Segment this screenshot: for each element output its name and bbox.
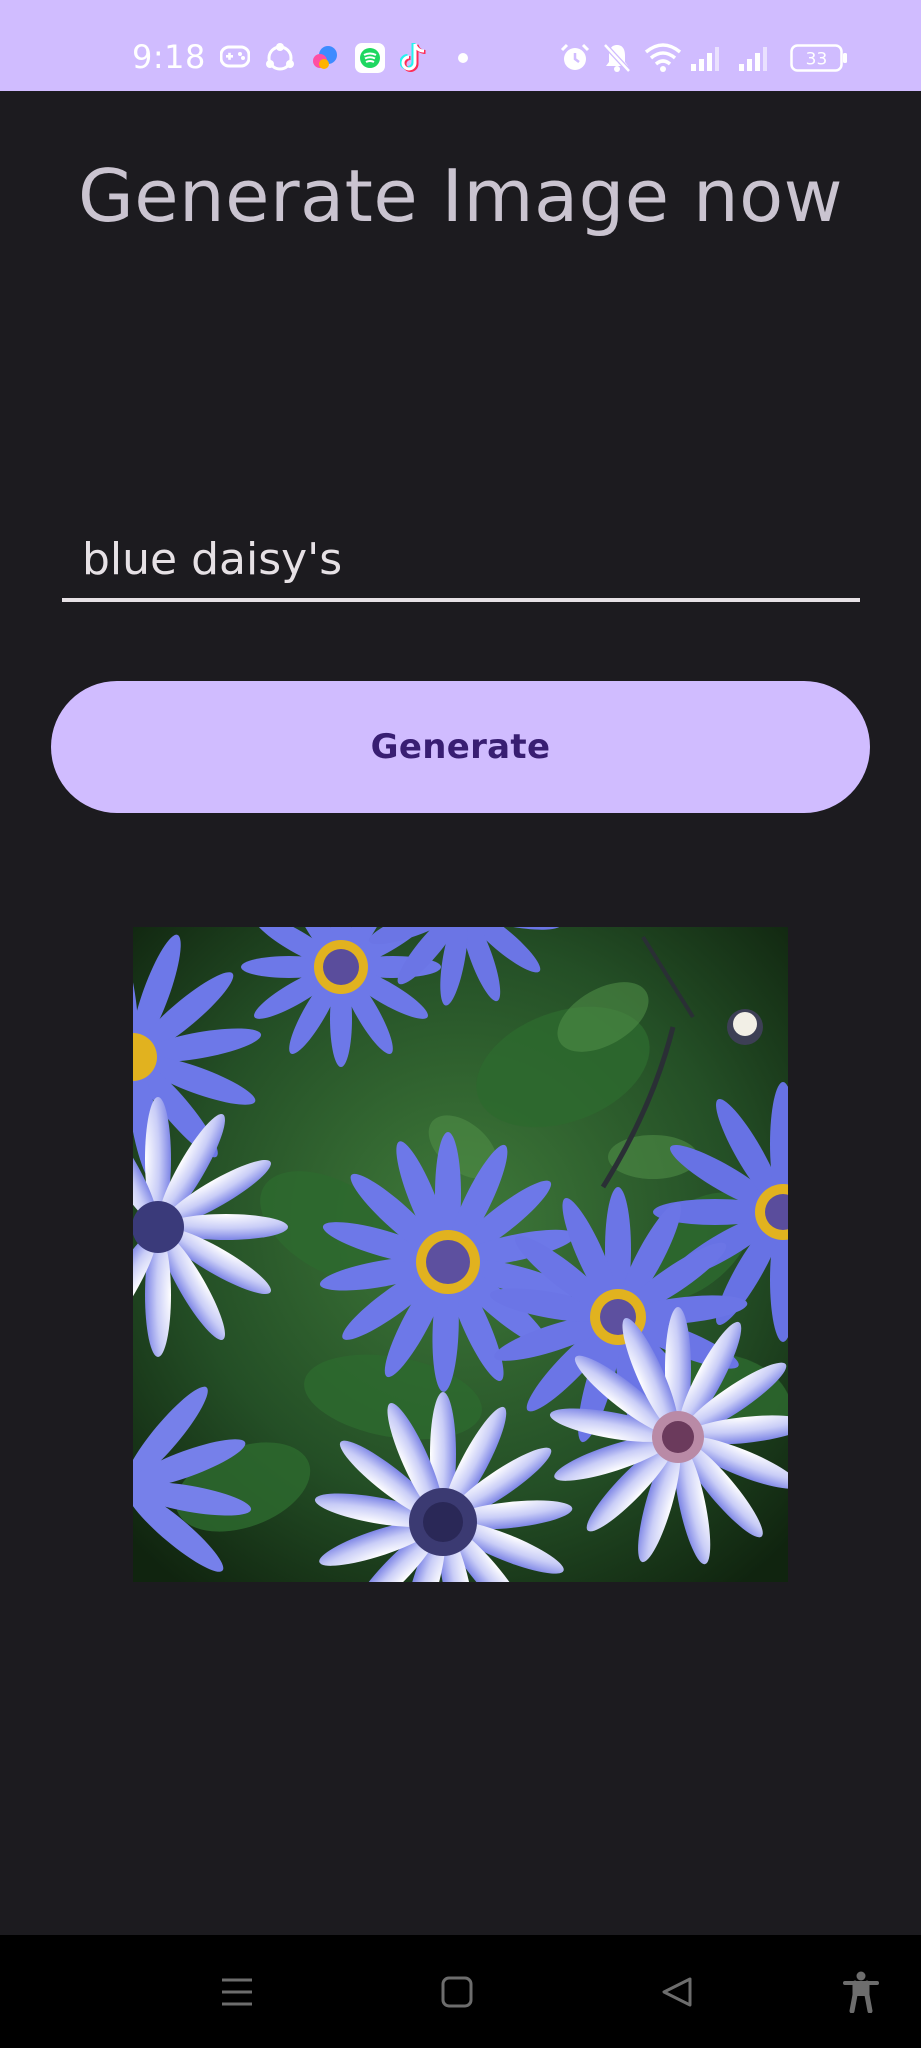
signal-icon [691, 47, 719, 71]
generate-button-label: Generate [370, 727, 551, 767]
page-title: Generate Image now [77, 154, 844, 238]
home-icon[interactable] [440, 1975, 474, 2009]
blue-daisy-flowers-image [133, 927, 788, 1582]
app-screen: 9:18 33 Generate Image now blue daisy's … [0, 0, 921, 2048]
notification-dot-icon [458, 53, 468, 63]
accessibility-icon[interactable] [842, 1971, 880, 2013]
battery-level: 33 [806, 50, 828, 70]
menu-icon[interactable] [220, 1975, 254, 2009]
prompt-input-underline [62, 598, 860, 602]
colorful-app-icon [313, 46, 337, 69]
generated-image [133, 927, 788, 1582]
silent-bell-icon [603, 43, 631, 73]
generate-button[interactable]: Generate [51, 681, 870, 813]
tiktok-icon [400, 43, 426, 72]
wifi-icon [644, 43, 682, 72]
status-time: 9:18 [132, 38, 206, 76]
back-icon[interactable] [660, 1975, 694, 2009]
alarm-icon [560, 43, 590, 70]
prompt-input-value[interactable]: blue daisy's [82, 534, 342, 585]
status-bar: 9:18 33 [0, 0, 921, 91]
battery-icon: 33 [790, 44, 847, 72]
signal-icon-2 [739, 47, 767, 71]
messaging-app-icon [355, 43, 385, 73]
game-controller-icon [220, 45, 250, 68]
navigation-bar [0, 1935, 921, 2048]
app-hub-icon [266, 43, 294, 71]
prompt-input[interactable]: blue daisy's [62, 520, 860, 602]
